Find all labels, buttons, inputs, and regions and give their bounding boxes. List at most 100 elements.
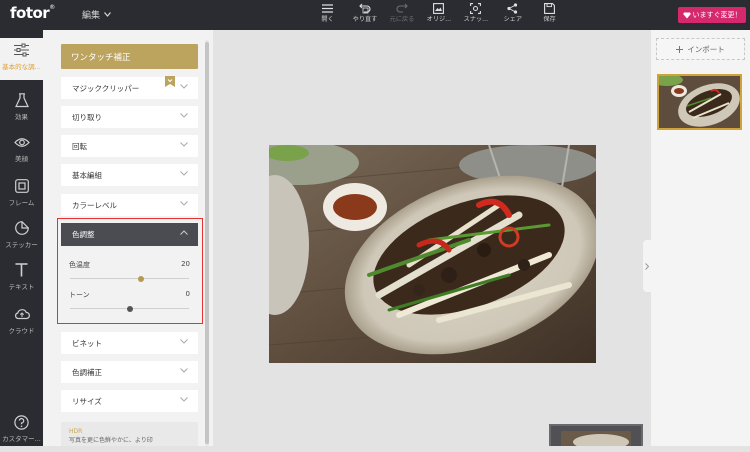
section-color-level[interactable]: カラーレベル	[61, 194, 198, 216]
food-photo[interactable]	[269, 145, 596, 363]
snapshot-button[interactable]: スナッ...	[457, 2, 494, 28]
undo-button[interactable]: やり直す	[346, 2, 383, 28]
chevron-up-icon	[180, 230, 188, 235]
premium-label: いますぐ変更！	[692, 11, 742, 19]
hdr-tag: HDR	[69, 428, 83, 435]
collapse-right-panel-button[interactable]	[643, 240, 651, 292]
hdr-card[interactable]: HDR 写真を更に色鮮やかに、より印	[61, 422, 198, 446]
chevron-down-icon	[180, 142, 188, 147]
chevron-down-icon	[180, 368, 188, 373]
section-color-adjust[interactable]: 色調整	[61, 223, 198, 246]
section-rotate[interactable]: 回転	[61, 135, 198, 157]
chevron-down-icon	[180, 113, 188, 118]
help-icon	[14, 414, 30, 430]
right-panel: インポート	[651, 30, 750, 446]
bookmark-icon	[165, 76, 175, 87]
chevron-down-icon	[180, 84, 188, 89]
redo-button[interactable]: 元に戻る	[383, 2, 420, 28]
temperature-slider-knob[interactable]	[138, 275, 145, 282]
diamond-icon	[682, 12, 691, 18]
section-color-correction[interactable]: 色調補正	[61, 361, 198, 383]
slider-label-tone: トーン	[69, 291, 90, 299]
rail-item-beauty[interactable]: 美顔	[0, 130, 43, 172]
rail-label-cloud: クラウド	[8, 327, 35, 335]
snapshot-label: スナッ...	[463, 15, 488, 23]
section-label: マジッククリッパー	[72, 83, 140, 93]
rail-item-basic[interactable]: 基本的な調...	[0, 38, 43, 80]
editor-canvas	[213, 30, 651, 446]
edit-menu-label: 編集	[82, 11, 101, 21]
cloud-icon	[14, 306, 30, 322]
redo-label: 元に戻る	[389, 15, 414, 23]
temperature-slider[interactable]	[70, 275, 189, 282]
frame-icon	[14, 178, 30, 194]
top-bar: fotor® 編集 開く やり直す 元に戻る オリジ... スナッ... シェア	[0, 0, 750, 30]
menu-icon	[321, 2, 335, 15]
section-label: 切り取り	[72, 112, 102, 122]
undo-label: やり直す	[352, 15, 377, 23]
image-thumbnail[interactable]	[657, 74, 742, 130]
section-label: カラーレベル	[72, 200, 117, 210]
share-label: シェア	[503, 15, 522, 23]
tone-slider[interactable]	[70, 305, 189, 312]
rail-label-frame: フレーム	[8, 199, 35, 207]
sticker-icon	[14, 220, 30, 236]
rail-label-effects: 効果	[15, 113, 28, 121]
edit-menu[interactable]: 編集	[82, 8, 111, 21]
one-tap-enhance-button[interactable]: ワンタッチ補正	[61, 44, 198, 69]
section-label: 基本編組	[72, 170, 102, 180]
section-basic-edit[interactable]: 基本編組	[61, 164, 198, 186]
chevron-down-icon	[180, 339, 188, 344]
rail-label-sticker: ステッカー	[5, 241, 38, 249]
hdr-description: 写真を更に色鮮やかに、より印	[69, 437, 153, 444]
chevron-down-icon	[180, 397, 188, 402]
fotor-logo[interactable]: fotor®	[10, 4, 55, 22]
rail-item-effects[interactable]: 効果	[0, 88, 43, 130]
save-icon	[543, 2, 557, 15]
rail-item-text[interactable]: テキスト	[0, 258, 43, 300]
text-icon	[14, 262, 30, 278]
original-button[interactable]: オリジ...	[420, 2, 457, 28]
premium-button[interactable]: いますぐ変更！	[678, 7, 746, 23]
section-label: 回転	[72, 141, 87, 151]
tone-slider-knob[interactable]	[126, 305, 133, 312]
section-vignette[interactable]: ビネット	[61, 332, 198, 354]
slider-value-temperature: 20	[181, 260, 190, 268]
section-magic-clipper[interactable]: マジッククリッパー	[61, 76, 198, 99]
section-label: ビネット	[72, 338, 102, 348]
redo-icon	[395, 2, 409, 15]
sliders-icon	[14, 42, 30, 58]
rail-label-basic: 基本的な調...	[2, 63, 41, 71]
save-button[interactable]: 保存	[531, 2, 568, 28]
save-label: 保存	[543, 15, 556, 23]
panel-scrollbar-thumb[interactable]	[205, 42, 209, 444]
slider-value-tone: 0	[185, 290, 190, 298]
share-icon	[506, 2, 520, 15]
original-label: オリジ...	[426, 15, 451, 23]
chevron-down-icon	[104, 12, 111, 17]
section-label: 色調整	[72, 230, 95, 239]
rail-item-cloud[interactable]: クラウド	[0, 302, 43, 344]
left-rail: 基本的な調... 効果 美顔 フレーム ステッカー テキスト クラウド カスタマ…	[0, 30, 43, 446]
flask-icon	[14, 92, 30, 108]
rail-label-beauty: 美顔	[15, 155, 28, 163]
section-label: 色調補正	[72, 367, 102, 377]
plus-icon	[676, 45, 684, 53]
navigator-thumbnail[interactable]	[549, 424, 643, 446]
original-icon	[432, 2, 446, 15]
share-button[interactable]: シェア	[494, 2, 531, 28]
rail-item-frame[interactable]: フレーム	[0, 174, 43, 216]
undo-icon	[358, 2, 372, 15]
chevron-down-icon	[180, 201, 188, 206]
import-button[interactable]: インポート	[656, 38, 745, 60]
section-label: リサイズ	[72, 396, 102, 406]
chevron-right-icon	[645, 262, 649, 270]
rail-label-text: テキスト	[8, 283, 35, 291]
section-crop[interactable]: 切り取り	[61, 106, 198, 128]
open-label: 開く	[321, 15, 334, 23]
eye-icon	[13, 134, 30, 150]
adjust-panel: ワンタッチ補正 マジッククリッパー 切り取り 回転 基本編組 カラーレベル 色調…	[43, 30, 213, 446]
section-resize[interactable]: リサイズ	[61, 390, 198, 412]
open-button[interactable]: 開く	[309, 2, 346, 28]
rail-item-sticker[interactable]: ステッカー	[0, 216, 43, 258]
